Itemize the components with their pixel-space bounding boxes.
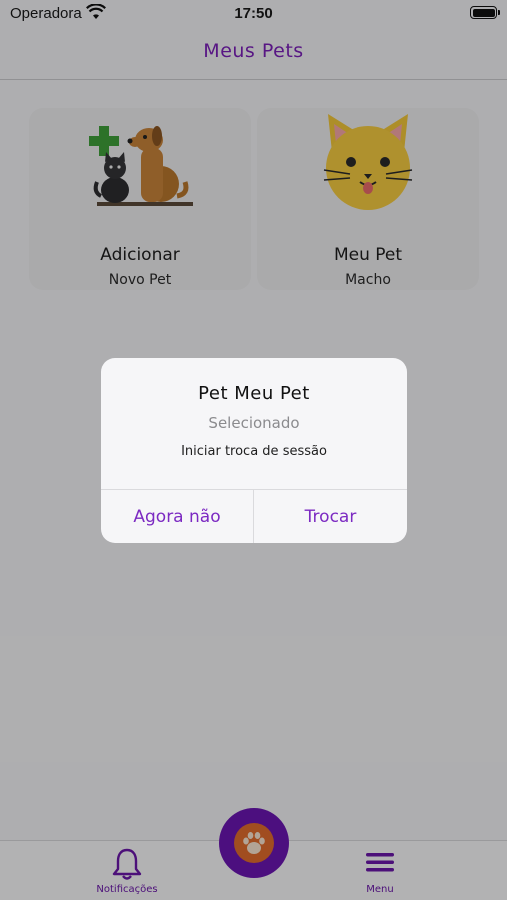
alert-message: Iniciar troca de sessão: [181, 444, 327, 459]
alert-subtitle: Selecionado: [208, 414, 300, 432]
not-now-button[interactable]: Agora não: [101, 490, 254, 543]
alert-title: Pet Meu Pet: [198, 383, 310, 404]
alert-actions: Agora não Trocar: [101, 489, 407, 543]
switch-session-alert: Pet Meu Pet Selecionado Iniciar troca de…: [101, 358, 407, 543]
switch-button[interactable]: Trocar: [254, 490, 407, 543]
